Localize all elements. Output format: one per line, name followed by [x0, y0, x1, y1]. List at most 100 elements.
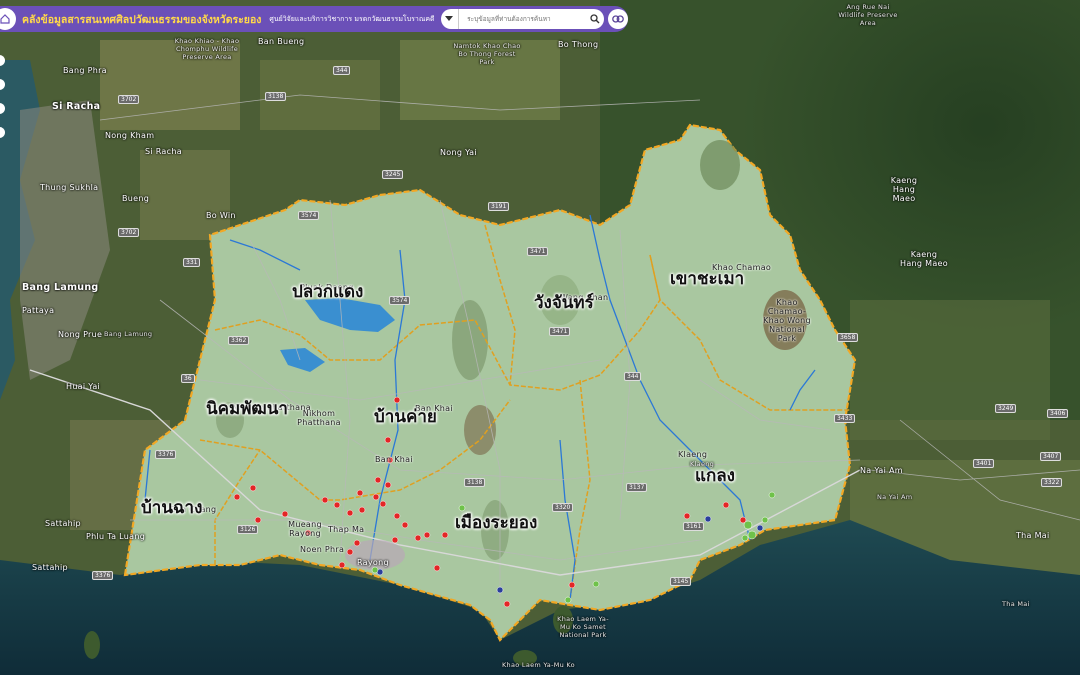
road-shield: 3145: [670, 577, 692, 586]
place-label: Tha Mai: [1016, 531, 1050, 540]
heritage-marker[interactable]: [338, 561, 346, 569]
heritage-marker[interactable]: [371, 566, 379, 574]
share-link-button[interactable]: [608, 9, 628, 29]
heritage-marker[interactable]: [441, 531, 449, 539]
heritage-marker[interactable]: [592, 580, 600, 588]
place-label: Khao Chamao-Khao Wong National Park: [763, 298, 811, 343]
search-icon: [590, 14, 600, 24]
road-shield: 3702: [118, 228, 140, 237]
road-shield: 3126: [237, 525, 259, 534]
heritage-marker[interactable]: [433, 564, 441, 572]
place-label: Mueang Rayong: [288, 520, 322, 538]
place-label: Khao Laem Ya-Mu Ko: [502, 661, 575, 669]
place-label: Si Racha: [52, 101, 101, 112]
road-shield: 3191: [488, 202, 510, 211]
heritage-marker[interactable]: [423, 531, 431, 539]
heritage-marker[interactable]: [384, 481, 392, 489]
heritage-marker[interactable]: [233, 493, 241, 501]
place-label: Na Yai Am: [860, 466, 903, 475]
heritage-marker[interactable]: [496, 586, 504, 594]
district-label[interactable]: แกลง: [695, 462, 735, 489]
heritage-marker[interactable]: [353, 539, 361, 547]
caret-down-icon: [445, 16, 454, 21]
heritage-marker[interactable]: [393, 512, 401, 520]
road-shield: 3322: [1041, 478, 1063, 487]
road-shield: 3406: [1047, 409, 1069, 418]
road-shield: 331: [183, 258, 201, 267]
place-label: Sattahip: [32, 563, 68, 572]
map-canvas[interactable]: [0, 0, 1080, 675]
road-shield: 36: [181, 374, 195, 383]
district-label[interactable]: นิคมพัฒนา: [206, 395, 288, 422]
heritage-marker[interactable]: [756, 524, 764, 532]
search-input[interactable]: [465, 14, 587, 24]
heritage-marker[interactable]: [401, 521, 409, 529]
road-shield: 3138: [464, 478, 486, 487]
heritage-marker[interactable]: [372, 493, 380, 501]
heritage-marker[interactable]: [346, 548, 354, 556]
heritage-marker[interactable]: [321, 496, 329, 504]
heritage-marker[interactable]: [564, 596, 572, 604]
heritage-marker[interactable]: [503, 600, 511, 608]
place-label: Phlu Ta Luang: [86, 532, 146, 541]
org-name: ศูนย์วิจัยและบริการวิชาการ มรดกวัฒนธรรมโ…: [269, 14, 435, 23]
heritage-marker[interactable]: [568, 581, 576, 589]
heritage-marker[interactable]: [379, 500, 387, 508]
heritage-marker[interactable]: [761, 516, 769, 524]
search-button[interactable]: [586, 10, 604, 28]
heritage-marker[interactable]: [704, 515, 712, 523]
road-shield: 3407: [1040, 452, 1062, 461]
heritage-marker[interactable]: [358, 506, 366, 514]
heritage-marker[interactable]: [254, 516, 262, 524]
district-label[interactable]: เขาชะเมา: [670, 265, 744, 292]
place-label: Nikhom Phatthana: [297, 409, 341, 427]
place-label: Kaeng Hang Maeo: [890, 176, 918, 203]
search-category-dropdown[interactable]: [441, 9, 460, 29]
district-label[interactable]: บ้านค่าย: [374, 403, 437, 430]
place-label: Nong Kham: [105, 131, 155, 140]
island: [84, 631, 100, 659]
heritage-marker[interactable]: [391, 536, 399, 544]
heritage-marker[interactable]: [743, 520, 753, 530]
road-shield: 3376: [92, 571, 114, 580]
heritage-marker[interactable]: [384, 436, 392, 444]
place-label: Khao Laem Ya-Mu Ko Samet National Park: [557, 615, 609, 639]
place-label: Thap Ma: [328, 525, 365, 534]
district-label[interactable]: บ้านฉาง: [141, 494, 202, 521]
place-label: Na Yai Am: [877, 493, 913, 501]
heritage-marker[interactable]: [683, 512, 691, 520]
district-label[interactable]: เมืองระยอง: [455, 509, 537, 536]
heritage-marker[interactable]: [768, 491, 776, 499]
heritage-marker[interactable]: [249, 484, 257, 492]
place-label: Bang Phra: [63, 66, 107, 75]
road-shield: 3245: [382, 170, 404, 179]
place-label: Huai Yai: [66, 382, 101, 391]
place-label: Ang Rue Nai Wildlife Preserve Area: [838, 3, 898, 27]
place-label: Rayong: [357, 558, 389, 567]
place-label: Thung Sukhla: [40, 183, 99, 192]
place-label: Ban Bueng: [258, 37, 305, 46]
heritage-marker[interactable]: [356, 489, 364, 497]
place-label: Pattaya: [22, 306, 55, 315]
heritage-marker[interactable]: [414, 534, 422, 542]
place-label: Si Racha: [145, 147, 182, 156]
heritage-marker[interactable]: [722, 501, 730, 509]
road-shield: 3471: [527, 247, 549, 256]
road-shield: 3574: [389, 296, 411, 305]
road-shield: 3376: [155, 450, 177, 459]
link-icon: [612, 15, 624, 23]
heritage-marker[interactable]: [374, 476, 382, 484]
heritage-marker[interactable]: [741, 534, 749, 542]
road-shield: 3658: [837, 333, 859, 342]
heritage-marker[interactable]: [281, 510, 289, 518]
heritage-marker[interactable]: [747, 530, 757, 540]
home-button[interactable]: [0, 8, 16, 30]
road-shield: 3249: [995, 404, 1017, 413]
district-label[interactable]: วังจันทร์: [534, 289, 594, 316]
road-shield: 3138: [265, 92, 287, 101]
district-label[interactable]: ปลวกแดง: [292, 278, 363, 305]
place-label: Noen Phra: [300, 545, 345, 554]
search-box: [440, 9, 605, 29]
heritage-marker[interactable]: [333, 501, 341, 509]
heritage-marker[interactable]: [346, 509, 354, 517]
